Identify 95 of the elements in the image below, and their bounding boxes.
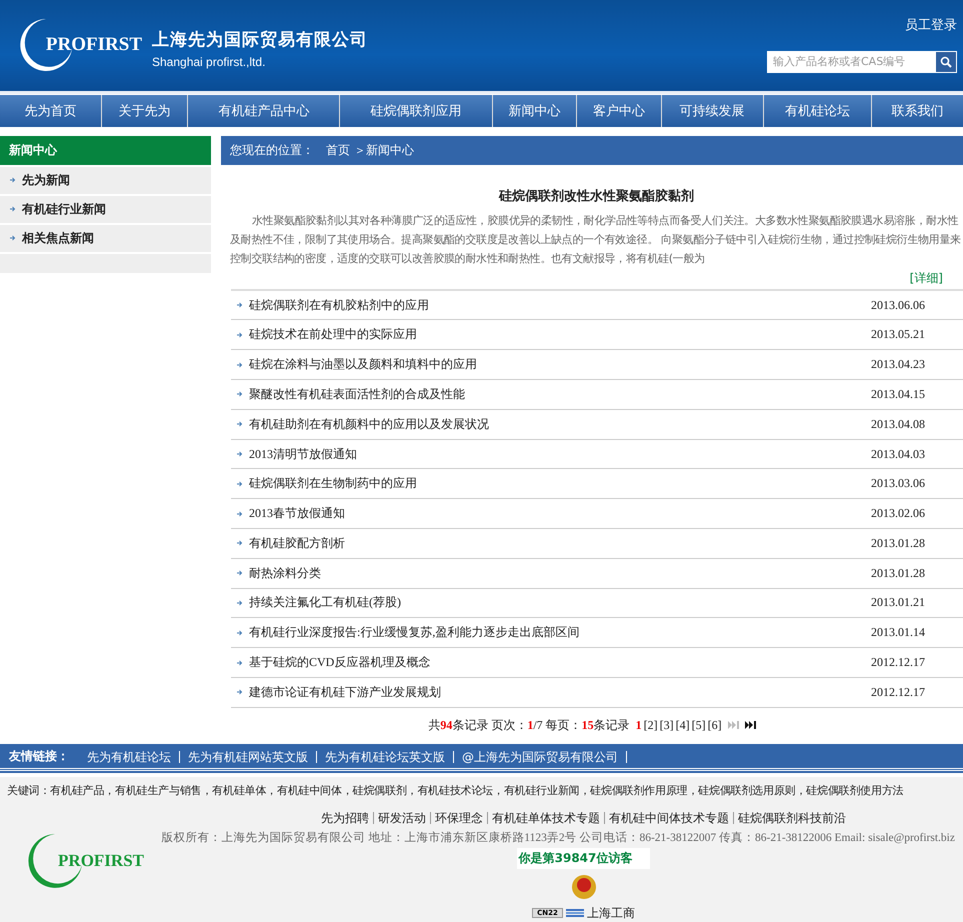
friend-link[interactable]: 先为有机硅论坛 [87,750,180,763]
article-summary: 水性聚氨酯胶黏剂以其对各种薄膜广泛的适应性，胶膜优异的柔韧性，耐化学品性等特点而备受人们关注。大多数水性聚氨酯胶膜遇水易溶胀，耐水性及耐热性不佳，限制了其使用场合。提高聚氨酯的交联度是改善以上缺点的一个有效途径。 向聚氨酯分子链中引入硅烷衍生物，通过控制硅烷衍生物用量来控制交联结构的密度，适度的交联可以改善胶膜的耐水性和耐热性。也有文献报导，将有机硅(一般为 [230,212,962,267]
sidebar-item[interactable]: 有机硅行业新闻 [0,196,211,223]
nav-item[interactable]: 先为首页 [0,94,101,127]
nav-item[interactable]: 硅烷偶联剂应用 [340,94,492,127]
page-link[interactable]: [2] [644,718,658,733]
login-link[interactable]: 员工登录 [905,16,957,34]
arrow-icon [237,540,243,546]
news-date: 2013.01.28 [871,566,925,581]
visitor-counter: 你是第39847位访客 [516,848,650,869]
page-link[interactable]: [3] [660,718,674,733]
page-link[interactable]: [6] [708,718,722,733]
keywords-text: 关键词：有机硅产品，有机硅生产与销售，有机硅单体，有机硅中间体，硅烷偶联剂，有机硅技术论坛，有机硅行业新闻，硅烷偶联剂作用原理，硅烷偶联剂选用原则，硅烷偶联剂使用方法 [6,782,904,799]
news-date: 2013.02.06 [871,506,925,522]
news-link[interactable]: 硅烷偶联剂在有机胶粘剂中的应用 [249,296,865,314]
arrow-icon [237,421,243,428]
friend-links-label: 友情链接： [9,748,69,766]
breadcrumb-path: 首页 ＞新闻中心 [326,142,414,159]
news-link[interactable]: 有机硅助剂在有机颜料中的应用以及发展状况 [249,416,865,433]
news-date: 2012.12.17 [871,655,925,670]
pager-summary: 共94条记录 页次：1/7 每页：15条记录 [428,716,630,734]
news-date: 2013.06.06 [871,298,925,313]
nav-item[interactable]: 有机硅论坛 [764,94,872,127]
news-date: 2013.04.15 [871,386,925,402]
arrow-icon [10,235,16,242]
news-date: 2013.01.14 [871,625,925,640]
news-link[interactable]: 建德市论证有机硅下游产业发展规划 [249,684,865,701]
search-icon [940,56,952,68]
sidebar-item[interactable]: 相关焦点新闻 [0,224,211,252]
news-date: 2013.04.23 [871,357,925,372]
news-link[interactable]: 有机硅胶配方剖析 [249,534,865,552]
arrow-icon [237,630,243,636]
page-link[interactable]: 1 [636,718,642,733]
news-date: 2013.04.08 [871,416,925,432]
arrow-icon [237,570,243,576]
arrow-icon [237,480,243,487]
news-link[interactable]: 基于硅烷的CVD反应器机理及概念 [249,654,865,672]
search-field[interactable]: 输入产品名称或者CAS编号 [767,50,957,73]
arrow-icon [10,206,16,212]
arrow-icon [237,510,243,517]
news-link[interactable]: 聚醚改性有机硅表面活性剂的合成及性能 [249,386,865,403]
friend-link[interactable]: @上海先为国际贸易有限公司 [462,750,627,763]
nav-item[interactable]: 客户中心 [577,94,661,127]
sidebar-title: 新闻中心 [0,136,211,165]
news-date: 2013.03.06 [871,476,925,492]
company-name: 上海先为国际贸易有限公司 [152,28,368,51]
nav-item[interactable]: 关于先为 [102,94,188,127]
arrow-icon [237,600,243,606]
footer-link[interactable]: 有机硅单体技术专题 [492,810,600,827]
news-link[interactable]: 硅烷在涂料与油墨以及颜料和填料中的应用 [249,356,865,374]
footer-link[interactable]: 研发活动 [378,810,426,827]
news-date: 2013.01.28 [871,536,925,551]
copyright-text: 版权所有：上海先为国际贸易有限公司 地址：上海市浦东新区康桥路1123弄2号 公司电话：86-21-38122007 传真：86-21-38122006 Email: sisale@profirst.biz [161,830,956,845]
arrow-icon [237,660,243,666]
arrow-icon [10,177,16,184]
stripes-icon [566,909,584,918]
news-date: 2013.05.21 [871,327,925,342]
news-link[interactable]: 硅烷偶联剂在生物制药中的应用 [249,475,865,492]
news-link[interactable]: 持续关注氟化工有机硅(荐股) [249,594,865,612]
news-link[interactable]: 耐热涂料分类 [249,564,865,582]
sidebar-item[interactable]: 先为新闻 [0,166,211,194]
news-date: 2013.04.03 [871,446,925,462]
page-link[interactable]: [5] [692,718,706,733]
news-link[interactable]: 硅烷技术在前处理中的实际应用 [249,326,865,344]
news-date: 2012.12.17 [871,684,925,700]
breadcrumb-label: 您现在的位置： [230,142,314,159]
arrow-icon [237,362,243,368]
nav-item[interactable]: 可持续发展 [662,94,763,127]
news-date: 2013.01.21 [871,595,925,610]
details-link[interactable]: [详细] [910,270,943,287]
arrow-icon [237,689,243,696]
badge-label: 上海工商 [586,904,635,922]
search-button[interactable] [936,52,956,72]
nav-item[interactable]: 联系我们 [872,94,963,127]
arrow-icon [237,451,243,457]
article-title: 硅烷偶联剂改性水性聚氨酯胶黏剂 [498,186,695,205]
news-link[interactable]: 有机硅行业深度报告:行业缓慢复苏,盈利能力逐步走出底部区间 [249,624,865,642]
arrow-icon [237,302,243,308]
news-link[interactable]: 2013清明节放假通知 [249,446,865,462]
footer-link[interactable]: 硅烷偶联剂科技前沿 [738,810,846,827]
logo-text: PROFIRST [46,34,142,56]
last-page-icon[interactable] [744,721,756,730]
page-link[interactable]: [4] [676,718,690,733]
friend-link[interactable]: 先为有机硅网站英文版 [188,750,317,763]
news-link[interactable]: 2013春节放假通知 [249,505,865,522]
footer-link[interactable]: 有机硅中间体技术专题 [609,810,729,827]
friend-link[interactable]: 先为有机硅论坛英文版 [325,750,454,763]
footer-link[interactable]: 先为招聘 [321,810,369,827]
nav-item[interactable]: 新闻中心 [492,94,576,127]
nav-item[interactable]: 有机硅产品中心 [188,94,340,127]
arrow-icon [237,332,243,338]
footer-link[interactable]: 环保理念 [435,810,483,827]
arrow-icon [237,391,243,398]
footer-logo-text: PROFIRST [58,850,144,871]
company-english-name: Shanghai profirst.,ltd. [152,54,266,69]
